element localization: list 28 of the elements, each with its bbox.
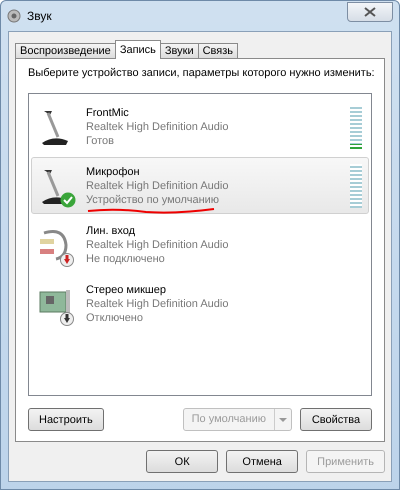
tab[interactable]: Связь	[198, 43, 238, 59]
properties-button[interactable]: Свойства	[300, 408, 372, 431]
device-status: Не подключено	[86, 252, 165, 264]
dialog-button[interactable]: Отмена	[226, 450, 298, 473]
close-icon	[364, 7, 376, 17]
window-title: Звук	[27, 9, 53, 23]
device-item[interactable]: Лин. вход Realtek High Definition Audio Не подключено	[31, 216, 369, 273]
device-status: Устройство по умолчанию	[86, 194, 220, 206]
tab[interactable]: Воспроизведение	[15, 43, 116, 59]
device-status: Отключено	[86, 312, 143, 324]
device-name: Микрофон	[86, 166, 141, 178]
device-name: Лин. вход	[86, 224, 136, 236]
close-button[interactable]	[347, 2, 393, 22]
dialog-button[interactable]: ОК	[146, 450, 218, 473]
device-driver: Realtek High Definition Audio	[86, 180, 230, 192]
configure-button[interactable]: Настроить	[28, 408, 104, 431]
device-status: Готов	[86, 134, 114, 146]
device-driver: Realtek High Definition Audio	[86, 298, 230, 310]
device-driver: Realtek High Definition Audio	[86, 238, 230, 250]
tab[interactable]: Запись	[114, 40, 161, 59]
device-item[interactable]: FrontMic Realtek High Definition Audio Готов	[31, 98, 369, 155]
device-name: FrontMic	[86, 106, 130, 118]
device-driver: Realtek High Definition Audio	[86, 120, 230, 132]
device-item[interactable]: Микрофон Realtek High Definition Audio Устройство по умолчанию	[31, 157, 369, 214]
instruction-text: Выберите устройство записи, параметры которого нужно изменить:	[28, 67, 372, 79]
tab[interactable]: Звуки	[160, 43, 199, 59]
speaker-icon	[7, 9, 21, 23]
device-name: Стерео микшер	[86, 284, 167, 296]
